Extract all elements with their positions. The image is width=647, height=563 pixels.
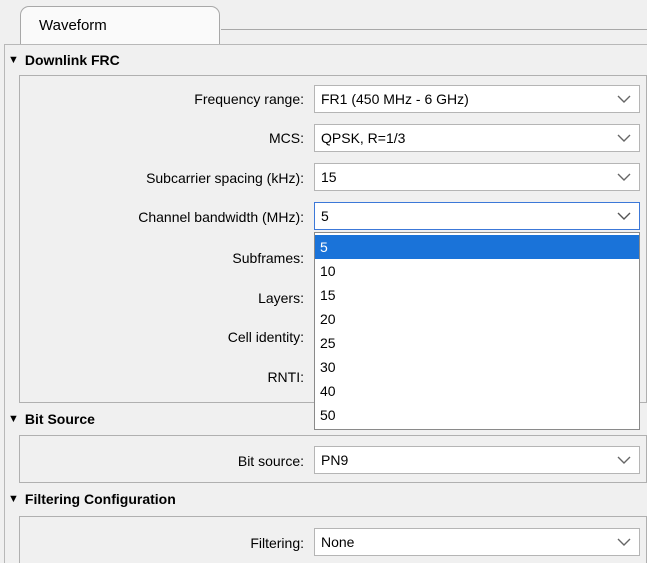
subcarrier-spacing-label: Subcarrier spacing (kHz):	[146, 170, 304, 186]
rnti-label: RNTI:	[267, 369, 304, 385]
bit-source-label: Bit source:	[237, 453, 304, 469]
filtering-label: Filtering:	[250, 535, 304, 551]
tab-bar-line	[221, 29, 647, 30]
triangle-down-icon: ▼	[8, 54, 19, 66]
section-filtering-header[interactable]: ▼ Filtering Configuration	[8, 491, 176, 507]
channel-bandwidth-value: 5	[321, 208, 329, 224]
chevron-down-icon	[617, 456, 631, 464]
chevron-down-icon	[617, 173, 631, 181]
dropdown-option-10[interactable]: 10	[315, 259, 639, 283]
triangle-down-icon: ▼	[8, 493, 19, 505]
channel-bandwidth-select[interactable]: 5	[314, 202, 640, 230]
section-bit-source-title: Bit Source	[24, 411, 95, 427]
dropdown-option-30[interactable]: 30	[315, 355, 639, 379]
channel-bandwidth-dropdown-list: 5 10 15 20 25 30 40 50	[314, 232, 640, 430]
layers-label: Layers:	[258, 290, 304, 306]
section-downlink-frc-header[interactable]: ▼ Downlink FRC	[8, 52, 120, 68]
frequency-range-select[interactable]: FR1 (450 MHz - 6 GHz)	[314, 85, 640, 113]
section-downlink-frc-title: Downlink FRC	[24, 52, 120, 68]
bit-source-value: PN9	[321, 452, 349, 468]
tab-waveform-label: Waveform	[39, 17, 107, 34]
frequency-range-value: FR1 (450 MHz - 6 GHz)	[321, 91, 469, 107]
mcs-label: MCS:	[269, 130, 304, 146]
mcs-value: QPSK, R=1/3	[321, 130, 406, 146]
triangle-down-icon: ▼	[8, 413, 19, 425]
filtering-select[interactable]: None	[314, 528, 640, 556]
tab-waveform[interactable]: Waveform	[20, 6, 220, 44]
dropdown-option-25[interactable]: 25	[315, 331, 639, 355]
dropdown-option-40[interactable]: 40	[315, 379, 639, 403]
filtering-value: None	[321, 534, 355, 550]
section-filtering-title: Filtering Configuration	[24, 491, 176, 507]
subcarrier-spacing-value: 15	[321, 169, 337, 185]
channel-bandwidth-label: Channel bandwidth (MHz):	[138, 209, 304, 225]
frequency-range-label: Frequency range:	[194, 91, 304, 107]
subcarrier-spacing-select[interactable]: 15	[314, 163, 640, 191]
chevron-down-icon	[617, 134, 631, 142]
chevron-down-icon	[617, 95, 631, 103]
dropdown-option-20[interactable]: 20	[315, 307, 639, 331]
chevron-down-icon	[617, 538, 631, 546]
dropdown-option-15[interactable]: 15	[315, 283, 639, 307]
dropdown-option-5[interactable]: 5	[315, 235, 639, 259]
mcs-select[interactable]: QPSK, R=1/3	[314, 124, 640, 152]
cell-identity-label: Cell identity:	[227, 329, 304, 345]
bit-source-select[interactable]: PN9	[314, 446, 640, 474]
subframes-label: Subframes:	[232, 250, 304, 266]
dropdown-option-50[interactable]: 50	[315, 403, 639, 427]
chevron-down-icon	[617, 212, 631, 220]
section-bit-source-header[interactable]: ▼ Bit Source	[8, 411, 95, 427]
